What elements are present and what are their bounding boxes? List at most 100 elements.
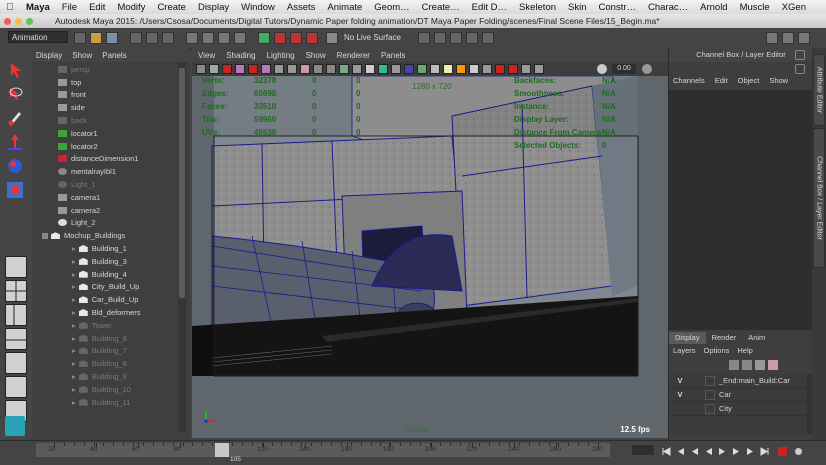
rotate-tool-icon[interactable] bbox=[5, 156, 25, 176]
outliner-row[interactable]: persp bbox=[32, 63, 190, 76]
outliner-row[interactable]: locator2 bbox=[32, 140, 190, 153]
expand-toggle-icon[interactable]: ▸ bbox=[72, 257, 76, 266]
open-scene-icon[interactable] bbox=[90, 32, 102, 44]
tab-channel-box[interactable]: Channel Box / Layer Editor bbox=[813, 128, 825, 268]
viewport-camera2[interactable]: Verts: 32378 0 0 Edges: 65698 0 0 Faces: 33510 0 0 T… bbox=[192, 76, 668, 438]
play-forwards-icon[interactable] bbox=[718, 447, 727, 456]
channel-box-menu-item[interactable]: Edit bbox=[715, 76, 728, 88]
symmetry-icon[interactable] bbox=[418, 32, 430, 44]
select-camera-icon[interactable] bbox=[196, 64, 206, 74]
layer-editor-menu-item[interactable]: Layers bbox=[673, 346, 696, 358]
render-icon[interactable] bbox=[274, 32, 286, 44]
expand-toggle-icon[interactable]: ▸ bbox=[72, 244, 76, 253]
outliner-row[interactable]: ▸ Building_9 bbox=[32, 370, 190, 383]
channel-box-menu-item[interactable]: Object bbox=[738, 76, 760, 88]
outliner-row[interactable]: ▸ Building_3 bbox=[32, 255, 190, 268]
current-frame-field[interactable] bbox=[632, 445, 654, 455]
outliner-row[interactable]: camera1 bbox=[32, 191, 190, 204]
step-back-frame-icon[interactable] bbox=[690, 447, 699, 456]
single-pane-layout-icon[interactable] bbox=[5, 256, 27, 278]
outliner-row[interactable]: ▸ Building_8 bbox=[32, 357, 190, 370]
menu-item[interactable]: Animate bbox=[321, 2, 368, 13]
safe-title-icon[interactable] bbox=[352, 64, 362, 74]
close-window-button[interactable] bbox=[4, 17, 11, 25]
select-hierarchy-icon[interactable] bbox=[130, 32, 142, 44]
default-material-icon[interactable] bbox=[391, 64, 401, 74]
collapse-toggle-icon[interactable] bbox=[42, 232, 48, 239]
expand-toggle-icon[interactable]: ▸ bbox=[72, 346, 76, 355]
layer-playback-toggle[interactable] bbox=[691, 376, 705, 386]
outliner-row[interactable]: ▸ Car_Build_Up bbox=[32, 293, 190, 306]
preferences-icon[interactable] bbox=[794, 447, 803, 456]
layer-color-swatch[interactable] bbox=[705, 375, 715, 386]
history-icon[interactable] bbox=[258, 32, 270, 44]
zoom-window-button[interactable] bbox=[26, 17, 33, 25]
maya-logo-icon[interactable] bbox=[5, 416, 25, 436]
expand-toggle-icon[interactable]: ▸ bbox=[72, 334, 76, 343]
expand-toggle-icon[interactable]: ▸ bbox=[72, 321, 76, 330]
viewport-menu-item[interactable]: Renderer bbox=[337, 51, 370, 60]
four-pane-layout-icon[interactable] bbox=[5, 280, 27, 302]
grid-icon[interactable] bbox=[274, 64, 284, 74]
smooth-shade-icon[interactable] bbox=[378, 64, 388, 74]
layer-editor-menu-item[interactable]: Options bbox=[704, 346, 730, 358]
outliner-layout-icon[interactable] bbox=[5, 376, 27, 398]
step-forward-frame-icon[interactable] bbox=[732, 447, 741, 456]
outliner-row[interactable]: side bbox=[32, 101, 190, 114]
gamma-icon[interactable] bbox=[642, 64, 652, 74]
grease-pencil-icon[interactable] bbox=[261, 64, 271, 74]
menu-item[interactable]: Skeleton bbox=[513, 2, 562, 13]
viewport-menu-item[interactable]: Lighting bbox=[267, 51, 295, 60]
expand-toggle-icon[interactable]: ▸ bbox=[72, 270, 76, 279]
outliner-menu-item[interactable]: Panels bbox=[102, 51, 126, 60]
outliner-row[interactable]: ▸ Building_7 bbox=[32, 345, 190, 358]
outliner-row[interactable]: mentalrayIbl1 bbox=[32, 165, 190, 178]
expand-toggle-icon[interactable]: ▸ bbox=[72, 385, 76, 394]
outliner-row[interactable]: distanceDimension1 bbox=[32, 153, 190, 166]
resolution-gate-icon[interactable] bbox=[300, 64, 310, 74]
channel-box-area[interactable] bbox=[669, 90, 813, 330]
safe-action-icon[interactable] bbox=[339, 64, 349, 74]
outliner-row[interactable]: ▸ Building_10 bbox=[32, 383, 190, 396]
film-gate-icon[interactable] bbox=[287, 64, 297, 74]
show-hide-channel-box-icon[interactable] bbox=[798, 32, 810, 44]
outliner-menu-item[interactable]: Show bbox=[72, 51, 92, 60]
layer-visibility-toggle[interactable]: V bbox=[669, 390, 691, 399]
menu-app[interactable]: Maya bbox=[20, 2, 56, 13]
layer-row[interactable]: V Car bbox=[669, 388, 807, 402]
auto-key-icon[interactable] bbox=[778, 447, 787, 456]
menu-item[interactable]: XGen bbox=[776, 2, 812, 13]
snap-grid-icon[interactable] bbox=[186, 32, 198, 44]
outliner-row[interactable]: camera2 bbox=[32, 204, 190, 217]
menu-item[interactable]: Modify bbox=[111, 2, 151, 13]
outliner-row[interactable]: ▸ Building_6 bbox=[32, 332, 190, 345]
expand-toggle-icon[interactable]: ▸ bbox=[72, 282, 76, 291]
new-layer-selected-icon[interactable] bbox=[768, 360, 778, 370]
outliner-row[interactable]: ▸ Building_11 bbox=[32, 396, 190, 409]
time-slider-bar[interactable]: 20406080100120140160180200220240260280 bbox=[36, 443, 610, 457]
layer-row[interactable]: City bbox=[669, 402, 807, 416]
menu-item[interactable]: Skin bbox=[562, 2, 592, 13]
expand-toggle-icon[interactable]: ▸ bbox=[72, 372, 76, 381]
menu-item[interactable]: Window bbox=[235, 2, 281, 13]
motion-blur-icon[interactable] bbox=[469, 64, 479, 74]
xyz-icon[interactable] bbox=[466, 32, 478, 44]
outliner-row[interactable]: ▸ City_Build_Up bbox=[32, 281, 190, 294]
select-component-icon[interactable] bbox=[162, 32, 174, 44]
menu-item[interactable]: Assets bbox=[281, 2, 322, 13]
ambient-occlusion-icon[interactable] bbox=[456, 64, 466, 74]
outliner-row[interactable]: Light_2 bbox=[32, 217, 190, 230]
gate-mask-icon[interactable] bbox=[313, 64, 323, 74]
move-tool-icon[interactable] bbox=[5, 132, 25, 152]
menu-item[interactable]: Create… bbox=[416, 2, 466, 13]
menu-item[interactable]: Arnold bbox=[694, 2, 733, 13]
soft-select-icon[interactable] bbox=[434, 32, 446, 44]
exposure-field[interactable]: 0.00 bbox=[612, 64, 636, 74]
tab-attribute-editor[interactable]: Attribute Editor bbox=[813, 54, 825, 126]
viewport-menu-item[interactable]: View bbox=[198, 51, 215, 60]
layer-playback-toggle[interactable] bbox=[691, 404, 705, 414]
outliner-row[interactable]: front bbox=[32, 89, 190, 102]
expand-toggle-icon[interactable]: ▸ bbox=[72, 359, 76, 368]
menu-set-dropdown[interactable]: Animation bbox=[8, 31, 68, 43]
layer-visibility-toggle[interactable]: V bbox=[669, 376, 691, 385]
